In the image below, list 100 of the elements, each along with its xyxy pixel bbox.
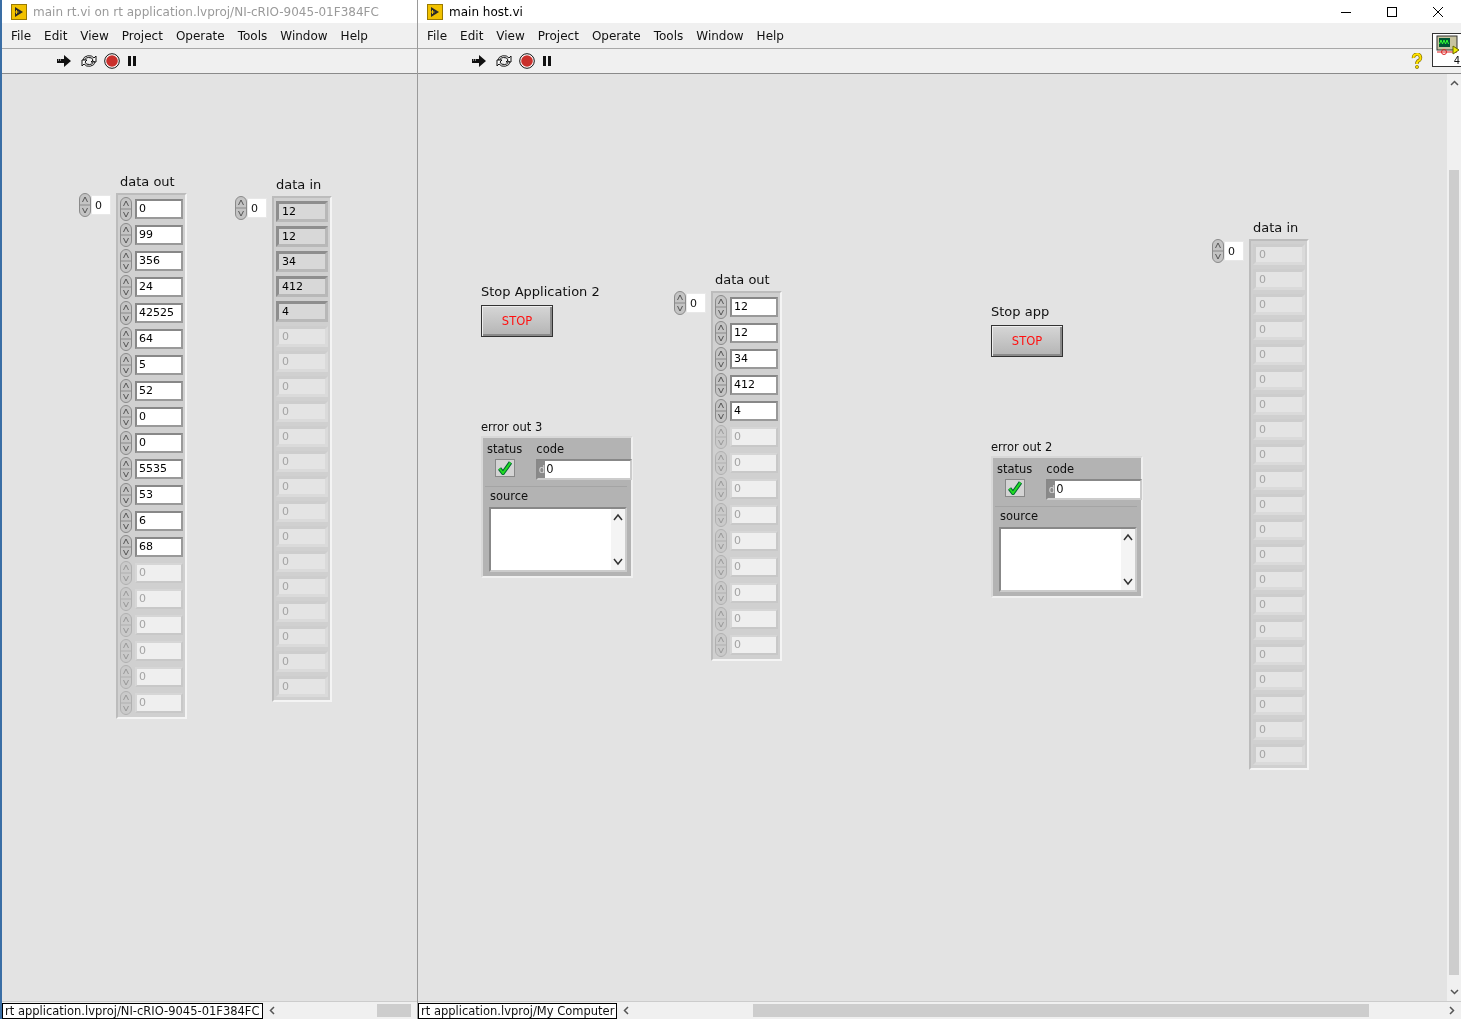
pause-icon[interactable] xyxy=(541,55,553,67)
increment-arrows[interactable] xyxy=(715,347,727,371)
increment-arrows[interactable] xyxy=(1212,239,1224,263)
menu-item[interactable]: Project xyxy=(116,28,168,43)
increment-arrows[interactable] xyxy=(120,327,132,351)
menu-item[interactable]: Help xyxy=(335,28,373,43)
numeric-indicator: 0 xyxy=(1253,344,1305,365)
numeric-field[interactable]: 5 xyxy=(135,355,183,375)
index-field[interactable]: 0 xyxy=(1224,241,1244,261)
scroll-down-icon[interactable] xyxy=(1123,578,1133,586)
increment-arrows[interactable] xyxy=(674,291,686,315)
index-field[interactable]: 0 xyxy=(91,195,111,215)
increment-arrows[interactable] xyxy=(715,373,727,397)
abort-icon[interactable] xyxy=(104,53,120,69)
scroll-thumb[interactable] xyxy=(376,1004,411,1017)
increment-arrows[interactable] xyxy=(120,457,132,481)
numeric-field[interactable]: 12 xyxy=(730,323,778,343)
menu-item[interactable]: Operate xyxy=(586,28,646,43)
scroll-left-icon[interactable] xyxy=(623,1006,630,1015)
scroll-thumb[interactable] xyxy=(753,1004,1369,1017)
scroll-left-icon[interactable] xyxy=(268,1006,275,1015)
numeric-indicator: 0 xyxy=(1253,494,1305,515)
scroll-down-icon[interactable] xyxy=(1449,989,1459,995)
cycle-arrows-icon[interactable] xyxy=(495,53,513,69)
code-field[interactable]: d0 xyxy=(536,459,633,480)
numeric-field[interactable]: 52 xyxy=(135,381,183,401)
numeric-field[interactable]: 412 xyxy=(730,375,778,395)
numeric-field[interactable]: 0 xyxy=(135,433,183,453)
increment-arrows[interactable] xyxy=(120,483,132,507)
increment-arrows[interactable] xyxy=(120,275,132,299)
scroll-right-icon[interactable] xyxy=(1449,1006,1455,1015)
menu-item[interactable]: View xyxy=(491,28,530,43)
menu-item[interactable]: Tools xyxy=(232,28,273,43)
increment-arrows[interactable] xyxy=(120,431,132,455)
numeric-field[interactable]: 12 xyxy=(730,297,778,317)
numeric-field[interactable]: 99 xyxy=(135,225,183,245)
increment-arrows[interactable] xyxy=(715,399,727,423)
code-label: code xyxy=(536,442,566,456)
increment-arrows[interactable] xyxy=(120,301,132,325)
numeric-field[interactable]: 68 xyxy=(135,537,183,557)
index-field[interactable]: 0 xyxy=(247,198,267,218)
numeric-field[interactable]: 0 xyxy=(135,199,183,219)
menu-item[interactable]: Operate xyxy=(170,28,230,43)
numeric-indicator: 0 xyxy=(276,326,328,347)
vi-icon[interactable]: 4 xyxy=(1432,33,1461,67)
numeric-field[interactable]: 6 xyxy=(135,511,183,531)
numeric-indicator: 0 xyxy=(276,501,328,522)
radix-marker: d xyxy=(1048,481,1056,498)
increment-arrows[interactable] xyxy=(120,197,132,221)
menu-item[interactable]: Edit xyxy=(455,28,489,43)
increment-arrows[interactable] xyxy=(120,535,132,559)
increment-arrows[interactable] xyxy=(715,295,727,319)
increment-arrows[interactable] xyxy=(235,196,247,220)
scroll-down-icon[interactable] xyxy=(613,558,623,566)
maximize-icon xyxy=(1387,6,1397,17)
numeric-field[interactable]: 42525 xyxy=(135,303,183,323)
help-icon[interactable] xyxy=(1411,53,1423,69)
numeric-indicator: 0 xyxy=(276,626,328,647)
menu-item[interactable]: Project xyxy=(532,28,584,43)
scroll-up-icon[interactable] xyxy=(613,513,623,521)
numeric-field[interactable]: 356 xyxy=(135,251,183,271)
cycle-arrows-icon[interactable] xyxy=(80,53,98,69)
menu-item[interactable]: File xyxy=(6,28,37,43)
menu-item[interactable]: Window xyxy=(275,28,333,43)
numeric-indicator: 0 xyxy=(276,476,328,497)
menu-item[interactable]: File xyxy=(422,28,453,43)
numeric-field[interactable]: 4 xyxy=(730,401,778,421)
increment-arrows[interactable] xyxy=(715,321,727,345)
pause-icon[interactable] xyxy=(126,55,138,67)
vertical-scrollbar[interactable] xyxy=(1447,74,1461,1001)
increment-arrows[interactable] xyxy=(120,509,132,533)
increment-arrows[interactable] xyxy=(120,353,132,377)
index-field[interactable]: 0 xyxy=(686,293,706,313)
menu-item[interactable]: Help xyxy=(751,28,789,43)
increment-arrows[interactable] xyxy=(79,193,91,217)
menu-item[interactable]: View xyxy=(75,28,114,43)
increment-arrows[interactable] xyxy=(120,405,132,429)
abort-icon[interactable] xyxy=(519,53,535,69)
scroll-thumb[interactable] xyxy=(1449,170,1459,975)
increment-arrows[interactable] xyxy=(120,249,132,273)
numeric-field[interactable]: 34 xyxy=(730,349,778,369)
scroll-up-icon[interactable] xyxy=(1123,533,1133,541)
numeric-field[interactable]: 24 xyxy=(135,277,183,297)
app-icon xyxy=(11,3,27,20)
numeric-field[interactable]: 5535 xyxy=(135,459,183,479)
scroll-up-icon[interactable] xyxy=(1449,80,1459,86)
numeric-field[interactable]: 0 xyxy=(135,407,183,427)
numeric-field[interactable]: 53 xyxy=(135,485,183,505)
code-value: 0 xyxy=(1055,481,1064,498)
menu-item[interactable]: Window xyxy=(691,28,749,43)
menu-item[interactable]: Tools xyxy=(648,28,689,43)
cluster-label: error out 2 xyxy=(991,440,1054,454)
source-label: source xyxy=(490,489,529,503)
code-field[interactable]: d0 xyxy=(1046,479,1143,500)
cluster-label: error out 3 xyxy=(481,420,544,434)
increment-arrows[interactable] xyxy=(120,223,132,247)
increment-arrows[interactable] xyxy=(120,379,132,403)
menu-item[interactable]: Edit xyxy=(39,28,73,43)
numeric-field[interactable]: 64 xyxy=(135,329,183,349)
status-label: status xyxy=(487,442,523,456)
